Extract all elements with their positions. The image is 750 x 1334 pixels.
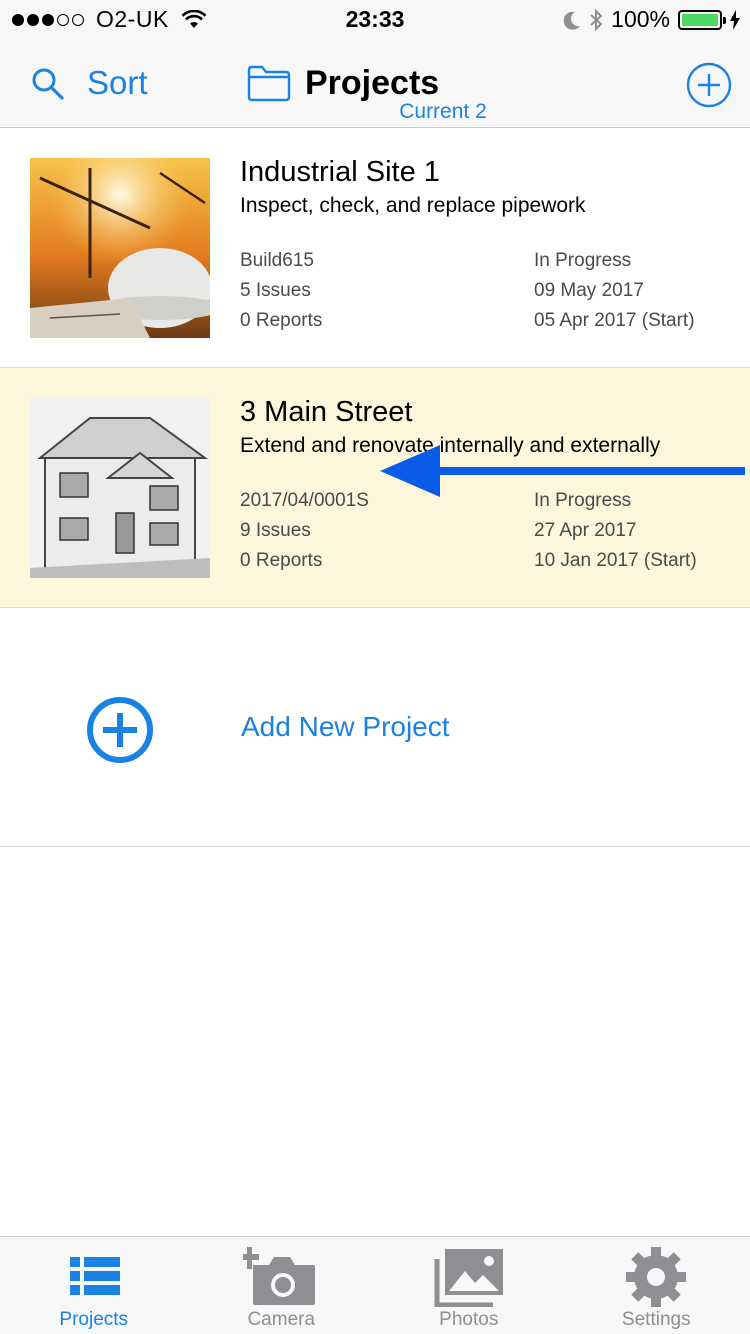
tab-label: Photos — [439, 1309, 499, 1330]
project-status: In Progress — [534, 250, 632, 271]
project-thumbnail-industrial — [30, 158, 210, 338]
tab-settings[interactable]: Settings — [563, 1237, 750, 1334]
project-title: 3 Main Street — [240, 396, 413, 428]
project-start-date: 05 Apr 2017 (Start) — [534, 310, 695, 331]
battery-icon — [678, 9, 726, 30]
project-meta-left: 2017/04/0001S 9 Issues 0 Reports — [240, 486, 369, 576]
project-issues: 5 Issues — [240, 280, 311, 301]
project-reports: 0 Reports — [240, 310, 323, 331]
status-right: 100% — [563, 6, 740, 33]
add-new-project-button[interactable]: Add New Project — [241, 711, 450, 743]
add-new-project-row[interactable]: Add New Project — [0, 607, 750, 847]
tab-photos[interactable]: Photos — [375, 1237, 563, 1334]
tab-bar: Projects Camera Photos Settings — [0, 1236, 750, 1334]
tab-label: Settings — [621, 1309, 691, 1330]
moon-icon — [563, 11, 581, 30]
folder-icon — [247, 65, 291, 102]
charging-icon — [730, 9, 740, 30]
navigation-bar: Sort Projects Current 2 — [0, 40, 750, 128]
status-bar: O2-UK 23:33 100% — [0, 0, 750, 40]
bluetooth-icon — [590, 8, 603, 31]
sort-button[interactable]: Sort — [87, 64, 148, 102]
swipe-left-arrow-icon — [380, 445, 745, 497]
add-project-icon[interactable] — [686, 62, 732, 108]
add-circle-icon[interactable] — [86, 696, 154, 764]
project-issues: 9 Issues — [240, 520, 311, 541]
project-meta-left: Build615 5 Issues 0 Reports — [240, 246, 322, 336]
project-description: Inspect, check, and replace pipework — [240, 194, 586, 217]
tab-camera[interactable]: Camera — [188, 1237, 376, 1334]
tab-projects[interactable]: Projects — [0, 1237, 188, 1334]
camera-add-icon — [243, 1247, 316, 1305]
project-thumbnail-house — [30, 398, 210, 578]
project-start-date: 10 Jan 2017 (Start) — [534, 550, 697, 571]
photos-icon — [434, 1249, 503, 1307]
gear-icon — [626, 1247, 687, 1307]
tab-label: Camera — [247, 1309, 316, 1330]
search-icon[interactable] — [30, 66, 66, 102]
battery-percent: 100% — [611, 6, 670, 32]
project-date: 09 May 2017 — [534, 280, 644, 301]
project-title: Industrial Site 1 — [240, 156, 440, 188]
project-reference: 2017/04/0001S — [240, 490, 369, 511]
project-reference: Build615 — [240, 250, 314, 271]
page-title: Projects — [305, 64, 440, 102]
project-meta-right: In Progress 09 May 2017 05 Apr 2017 (Sta… — [534, 246, 695, 336]
project-count: Current 2 — [399, 100, 487, 123]
project-row[interactable]: Industrial Site 1 Inspect, check, and re… — [0, 128, 750, 368]
tab-label: Projects — [59, 1309, 129, 1330]
project-date: 27 Apr 2017 — [534, 520, 637, 541]
project-reports: 0 Reports — [240, 550, 323, 571]
list-icon — [69, 1257, 120, 1295]
